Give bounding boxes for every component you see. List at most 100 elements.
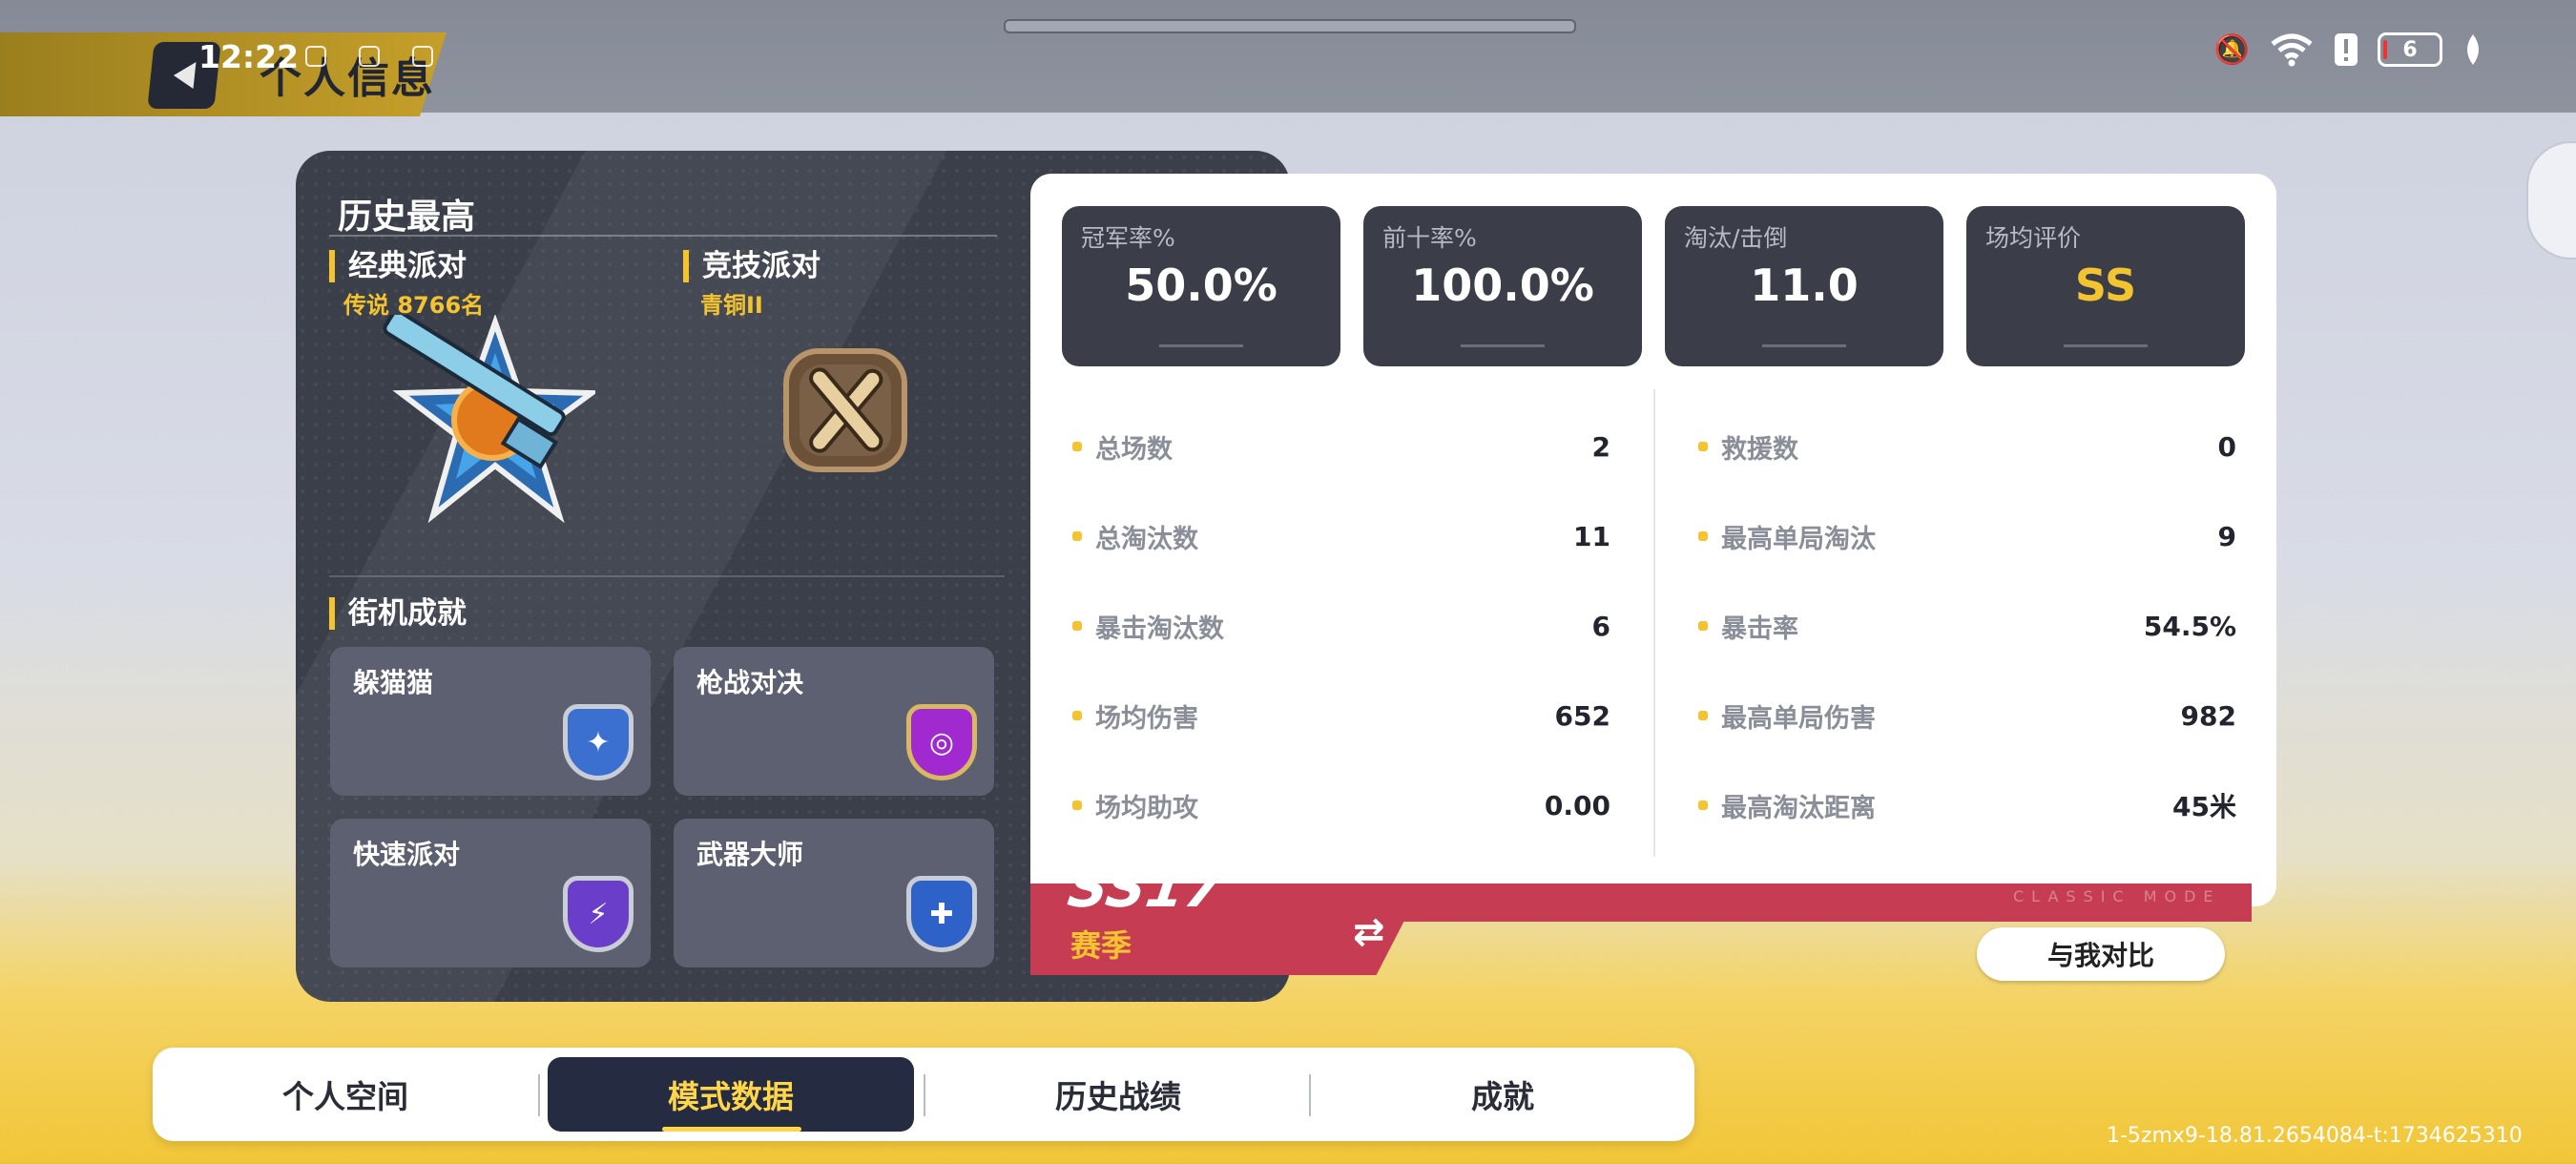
stat-value: 0.00 (1544, 789, 1610, 821)
bullet-dot (1072, 531, 1082, 541)
arcade-card-label: 枪战对决 (696, 667, 804, 698)
bullet-dot (1072, 711, 1082, 720)
stat-label: 暴击淘汰数 (1095, 613, 1224, 644)
arcade-card-quick-party[interactable]: 快速派对 ⚡ (330, 819, 651, 967)
stat-value: 0 (2217, 430, 2236, 463)
stat-label: 最高淘汰距离 (1721, 793, 1876, 823)
stat-value: 45米 (2172, 791, 2236, 822)
stat-row: 最高淘汰距离 45米 (1698, 781, 2236, 829)
tab-bar: 个人空间 模式数据 历史战绩 成就 (153, 1048, 1694, 1141)
stat-row: 暴击率 54.5% (1698, 602, 2236, 650)
stat-box-value: 50.0% (1125, 260, 1278, 311)
bronze-rank-emblem[interactable] (779, 343, 912, 477)
stat-label: 暴击率 (1721, 613, 1798, 644)
arcade-card-label: 躲猫猫 (353, 667, 434, 698)
tab-mode-data[interactable]: 模式数据 (548, 1057, 914, 1132)
history-title: 历史最高 (338, 197, 476, 237)
stat-box-value: 11.0 (1750, 260, 1859, 311)
stat-row: 暴击淘汰数 6 (1072, 602, 1610, 650)
stat-box-value: 100.0% (1411, 260, 1594, 311)
stat-box-label: 淘汰/击倒 (1684, 224, 1788, 252)
alert-icon (2335, 33, 2358, 66)
tab-personal-space[interactable]: 个人空间 (153, 1048, 538, 1141)
cat-badge-icon: ✦ (563, 704, 634, 780)
stat-box-underline (1159, 344, 1243, 347)
stat-box-underline (1762, 344, 1846, 347)
season-code: SS17 (1064, 855, 1228, 920)
arcade-card-weapon-master[interactable]: 武器大师 ✚ (674, 819, 994, 967)
legend-rank-emblem[interactable] (366, 315, 595, 525)
tab-achievements[interactable]: 成就 (1311, 1048, 1694, 1141)
competitive-party-label: 竞技派对 (683, 250, 821, 282)
stat-value: 2 (1591, 430, 1610, 463)
section-divider (329, 575, 1005, 577)
competitive-rank: 青铜II (700, 292, 763, 319)
arcade-card-gunfight[interactable]: 枪战对决 ◎ (674, 647, 994, 796)
back-arrow-icon (172, 62, 197, 89)
stat-row: 救援数 0 (1698, 423, 2236, 470)
system-icons: 🔕 6 (2214, 32, 2484, 67)
stat-value: 9 (2217, 520, 2236, 552)
bullet-dot (1698, 442, 1708, 451)
stat-label: 总场数 (1095, 434, 1173, 465)
build-id: 1-5zmx9-18.81.2654084-t:1734625310 (2107, 1124, 2523, 1148)
season-label: 赛季 (1070, 927, 1132, 964)
bullet-dot (1072, 621, 1082, 631)
stat-value: 652 (1554, 699, 1610, 732)
stat-value: 6 (1591, 610, 1610, 642)
arcade-card-label: 快速派对 (353, 839, 461, 870)
bullet-dot (1698, 800, 1708, 810)
column-divider (1653, 389, 1655, 857)
bell-off-icon: 🔕 (2213, 32, 2250, 67)
arcade-card-hide-and-seek[interactable]: 躲猫猫 ✦ (330, 647, 651, 796)
side-panel-peek[interactable] (2526, 141, 2576, 260)
stat-row: 总场数 2 (1072, 423, 1610, 470)
stat-label: 最高单局伤害 (1721, 703, 1876, 734)
stat-box-label: 前十率% (1382, 224, 1477, 252)
stat-row: 场均伤害 652 (1072, 692, 1610, 739)
stat-box-underline (2064, 344, 2148, 347)
stat-box-label: 冠军率% (1081, 224, 1175, 252)
stat-box-underline (1461, 344, 1545, 347)
history-divider (329, 235, 997, 237)
lightning-badge-icon: ⚡ (563, 876, 634, 952)
status-time: 12:22 (198, 38, 300, 75)
stat-row: 最高单局伤害 982 (1698, 692, 2236, 739)
arcade-title: 街机成就 (329, 597, 467, 630)
bullet-dot (1072, 800, 1082, 810)
classic-mode-watermark: CLASSIC MODE (2013, 887, 2221, 905)
stat-box-avg-rating: 场均评价 SS (1966, 206, 2245, 366)
stat-value: 982 (2180, 699, 2236, 732)
drag-handle[interactable] (1004, 19, 1576, 33)
battery-indicator: 6 (2378, 32, 2442, 67)
notification-icon (412, 46, 433, 67)
bullet-dot (1698, 531, 1708, 541)
stat-box-win-rate: 冠军率% 50.0% (1062, 206, 1340, 366)
stat-box-value: SS (2074, 260, 2137, 311)
leaf-icon (2467, 34, 2479, 65)
stat-label: 场均伤害 (1095, 703, 1198, 734)
arcade-card-label: 武器大师 (696, 839, 804, 870)
notification-icon (359, 46, 380, 67)
stat-box-label: 场均评价 (1985, 224, 2082, 252)
runner-badge-icon: ✚ (906, 876, 977, 952)
compare-button[interactable]: 与我对比 (1977, 927, 2225, 981)
stat-label: 救援数 (1721, 434, 1798, 465)
stat-value: 11 (1573, 520, 1610, 552)
stat-box-kd: 淘汰/击倒 11.0 (1665, 206, 1943, 366)
bullet-dot (1072, 442, 1082, 451)
stat-row: 最高单局淘汰 9 (1698, 512, 2236, 560)
stat-value: 54.5% (2143, 610, 2236, 642)
notification-icon (305, 46, 326, 67)
stat-label: 总淘汰数 (1095, 524, 1198, 554)
bullet-dot (1698, 621, 1708, 631)
wifi-icon (2271, 33, 2313, 67)
swap-icon[interactable]: ⇄ (1353, 910, 1385, 954)
target-badge-icon: ◎ (906, 704, 977, 780)
stat-label: 场均助攻 (1095, 793, 1198, 823)
stat-box-top10-rate: 前十率% 100.0% (1363, 206, 1642, 366)
tab-match-history[interactable]: 历史战绩 (925, 1048, 1311, 1141)
stat-row: 总淘汰数 11 (1072, 512, 1610, 560)
tab-separator (538, 1074, 540, 1116)
bullet-dot (1698, 711, 1708, 720)
